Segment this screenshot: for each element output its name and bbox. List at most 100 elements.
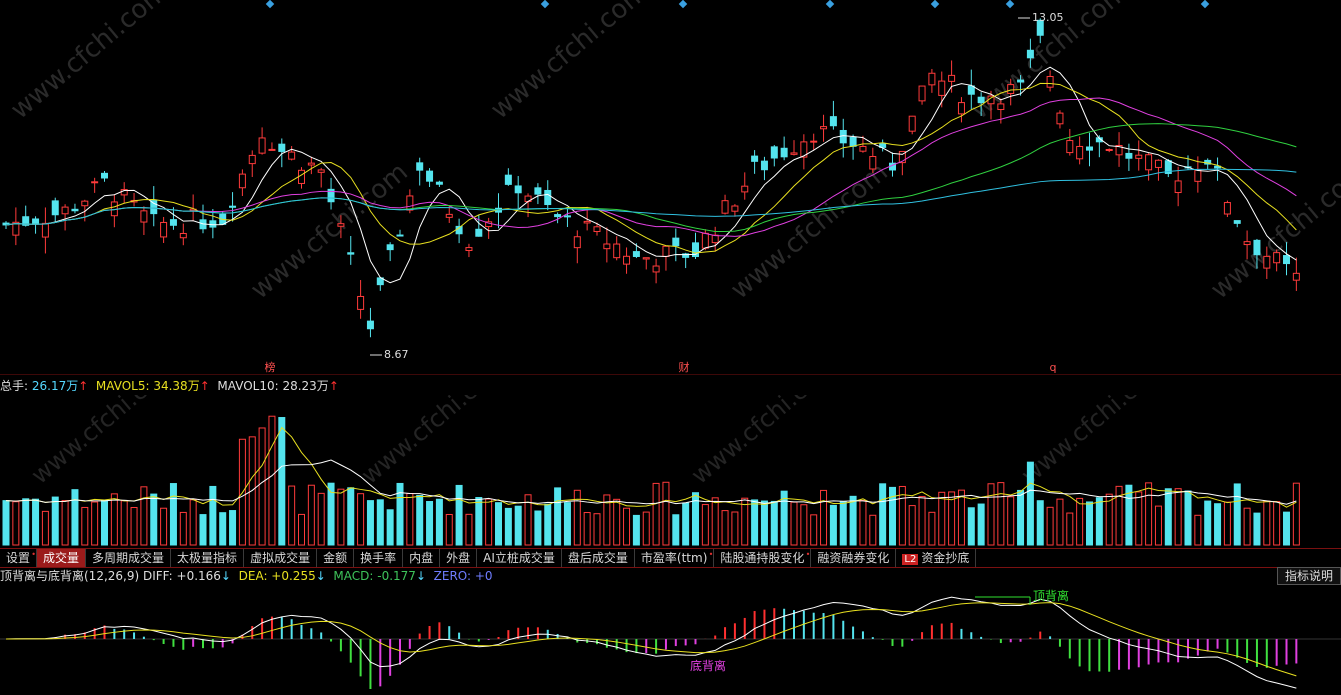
candle-body xyxy=(248,154,256,165)
candle-body xyxy=(229,205,237,208)
tab-10[interactable]: 盘后成交量 xyxy=(562,549,635,567)
candle-body xyxy=(288,151,296,160)
volume-bar xyxy=(879,483,887,546)
candle-body xyxy=(71,208,79,212)
tab-8[interactable]: 外盘 xyxy=(440,549,478,567)
volume-bar xyxy=(869,514,877,546)
volume-bar xyxy=(1292,482,1300,546)
volume-bar xyxy=(1095,497,1103,546)
diamond-marker-icon xyxy=(930,0,940,9)
volume-bar xyxy=(1056,498,1064,546)
bottom-divergence-label: 底背离 xyxy=(690,658,726,673)
candle-body xyxy=(317,169,325,173)
candle-body xyxy=(652,265,660,273)
ma-line-5 xyxy=(5,66,1297,284)
volume-bar xyxy=(1017,489,1025,546)
candle-body xyxy=(1243,241,1251,246)
candle-body xyxy=(396,234,404,237)
volume-bar xyxy=(465,513,473,546)
tab-14[interactable]: L2 资金抄底 xyxy=(896,549,977,567)
candle-body xyxy=(91,181,99,184)
candle-body xyxy=(810,140,818,143)
tab-12[interactable]: 陆股通持股变化 • xyxy=(714,549,812,567)
candle-body xyxy=(701,232,709,249)
volume-bar xyxy=(1076,497,1084,546)
arrow-down-icon: ↓ xyxy=(315,569,326,583)
candle-body xyxy=(169,219,177,226)
candle-body xyxy=(534,187,542,195)
volume-bar xyxy=(1204,500,1212,546)
tab-5[interactable]: 金额 xyxy=(317,549,355,567)
volume-bar xyxy=(1184,490,1192,546)
volume-bar xyxy=(219,512,227,546)
candle-body xyxy=(593,226,601,233)
volume-bar xyxy=(938,491,946,546)
candle-body xyxy=(938,80,946,96)
tab-7[interactable]: 内盘 xyxy=(403,549,441,567)
volume-bar xyxy=(179,511,187,546)
volume-bar xyxy=(2,500,10,546)
diamond-marker-icon xyxy=(540,0,550,9)
volume-bar xyxy=(997,482,1005,546)
volume-bar xyxy=(1145,482,1153,546)
arrow-down-icon: ↓ xyxy=(220,569,231,583)
candle-body xyxy=(573,236,581,249)
volume-bar xyxy=(829,504,837,546)
ma-line-20 xyxy=(5,97,1297,237)
volume-bar xyxy=(317,492,325,546)
volume-bar xyxy=(120,500,128,546)
volume-bar xyxy=(337,488,345,546)
watermark-text: www.cfchi.com xyxy=(1016,395,1172,490)
candle-body xyxy=(298,169,305,184)
candle-body xyxy=(366,320,374,330)
volume-bar xyxy=(770,500,778,546)
candle-body xyxy=(1046,76,1054,88)
candle-body xyxy=(731,205,739,212)
volume-bar xyxy=(406,493,414,546)
volume-bar xyxy=(918,496,926,546)
volume-bar xyxy=(810,514,818,546)
volume-bar xyxy=(613,498,621,546)
watermark-text: www.cfchi.com xyxy=(5,0,174,125)
volume-bar xyxy=(1283,511,1290,546)
volume-bar xyxy=(820,489,828,546)
candle-body xyxy=(1174,180,1182,194)
volume-bar xyxy=(977,503,985,546)
tab-2[interactable]: 多周期成交量 xyxy=(86,549,172,567)
volume-bar xyxy=(51,496,59,546)
tab-11[interactable]: 市盈率(ttm) • xyxy=(635,549,715,567)
indicator-help-button[interactable]: 指标说明 xyxy=(1276,567,1341,585)
tab-3[interactable]: 太极量指标 xyxy=(171,549,245,567)
candle-body xyxy=(554,214,562,218)
tab-1[interactable]: 成交量 xyxy=(37,549,87,567)
tab-0[interactable]: 设置 • xyxy=(0,549,38,567)
candle-body xyxy=(51,200,59,216)
candle-body xyxy=(859,145,867,152)
volume-chart[interactable]: www.cfchi.com www.cfchi.com www.cfchi.com w… xyxy=(0,395,1341,547)
candle-body xyxy=(1273,252,1281,264)
candle-body xyxy=(780,147,788,158)
tab-13[interactable]: 融资融券变化 xyxy=(811,549,897,567)
candle-body xyxy=(1105,148,1113,151)
volume-bar xyxy=(967,507,975,546)
price-chart[interactable]: www.cfchi.com www.cfchi.com www.cfchi.com w… xyxy=(0,0,1341,375)
tab-6[interactable]: 换手率 xyxy=(354,549,404,567)
candle-body xyxy=(741,185,749,193)
volume-bar xyxy=(1105,493,1113,546)
candle-body xyxy=(829,116,837,127)
tab-4[interactable]: 虚拟成交量 xyxy=(244,549,318,567)
volume-bar xyxy=(908,505,916,546)
tab-9[interactable]: AI立桩成交量 xyxy=(477,549,562,567)
volume-bar xyxy=(701,504,709,546)
volume-bar xyxy=(366,500,374,546)
macd-chart[interactable]: 顶背离底背离 xyxy=(0,585,1341,695)
candle-body xyxy=(307,162,315,166)
candle-body xyxy=(997,103,1005,111)
volume-bar xyxy=(32,498,40,546)
candle-body xyxy=(435,181,443,185)
volume-bar xyxy=(554,487,562,546)
volume-bar xyxy=(514,505,522,546)
diff-line xyxy=(5,596,1297,689)
candle-body xyxy=(475,228,483,237)
candle-body xyxy=(918,85,926,102)
